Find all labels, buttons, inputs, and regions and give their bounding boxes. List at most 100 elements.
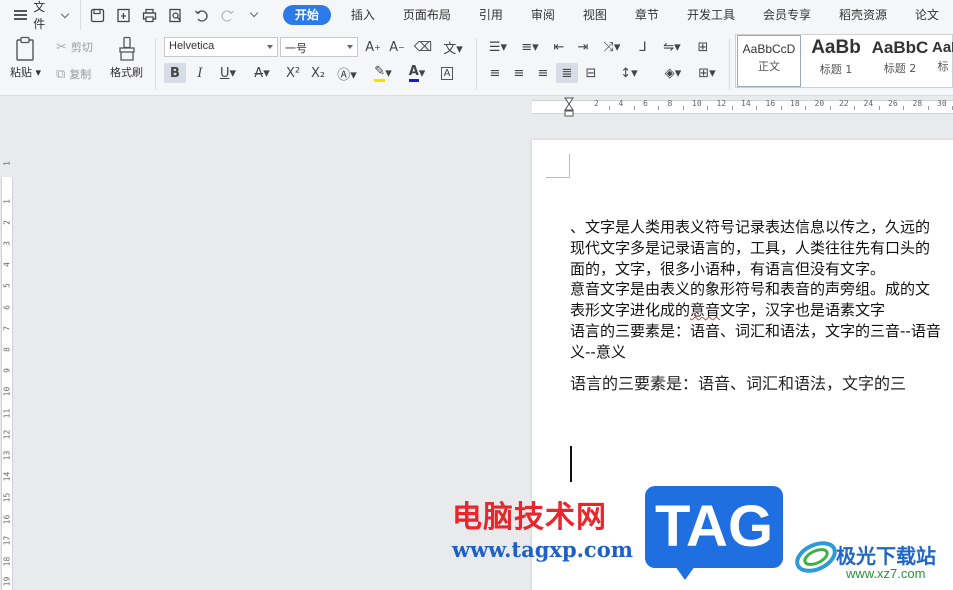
superscript-icon[interactable]: X² [282, 63, 304, 83]
decrease-indent-icon[interactable]: ⇤ [548, 37, 570, 57]
ruler-minor-tick [756, 106, 758, 110]
strikethrough-icon[interactable]: A ▾ [247, 63, 277, 83]
watermark-site-url: www.tagxp.com [452, 537, 633, 562]
ruler-tick-label: 1 [2, 161, 12, 166]
ruler-minor-tick [780, 106, 782, 110]
font-color-icon[interactable]: A ▾ [402, 63, 432, 83]
tab-home[interactable]: 开始 [282, 5, 331, 25]
ruler-tick-label: 10 [2, 386, 12, 397]
highlight-icon[interactable]: ✎ ▾ [368, 63, 398, 83]
ruler-tick-label: 17 [2, 535, 12, 546]
style-name: 标 [937, 60, 949, 73]
document-line[interactable]: 、文字是人类用表义符号记录表达信息以传之，久远的 [570, 216, 930, 237]
document-line-serif[interactable]: 语言的三要素是：语音、词汇和语法，文字的三 [570, 370, 906, 394]
tab-review[interactable]: 审阅 [517, 0, 569, 30]
document-line[interactable]: 义--意义 [570, 341, 626, 362]
chinese-layout-icon[interactable]: ⤨▾ [598, 37, 626, 57]
paste-icon [15, 36, 34, 61]
ruler-minor-tick [658, 106, 660, 110]
tab-thesis[interactable]: 论文 [901, 0, 953, 30]
document-line[interactable]: 面的，文字，很多小语种，有语言但没有文字。 [570, 258, 885, 279]
style-sample: AaBbCcD [742, 42, 796, 56]
redo-icon[interactable] [217, 4, 239, 26]
tab-references[interactable]: 引用 [465, 0, 517, 30]
align-left-icon[interactable]: ≡ [484, 63, 506, 83]
document-line[interactable]: 表形文字进化成的意音文字，汉字也是语素文字 [570, 299, 885, 320]
tab-member[interactable]: 会员专享 [749, 0, 825, 30]
ruler-tick-label: 4 [2, 262, 12, 267]
ruler-tick-label: 22 [839, 99, 849, 108]
font-size-value: 一号 [285, 43, 307, 55]
ruler-minor-tick [682, 106, 684, 110]
ruler-tick-label: 30 [937, 99, 947, 108]
style-heading-3[interactable]: AaB 标 [932, 35, 953, 87]
borders-icon[interactable]: ⊞▾ [692, 63, 722, 83]
underline-icon[interactable]: U ▾ [213, 63, 243, 83]
customize-toolbar-icon[interactable] [243, 4, 265, 26]
document-line[interactable]: 意音文字是由表义的象形符号和表音的声旁组。成的文 [570, 278, 930, 299]
spellcheck-flagged-word[interactable]: 意音 [690, 301, 720, 319]
aurora-logo-icon [795, 541, 837, 573]
increase-indent-icon[interactable]: ⇥ [572, 37, 594, 57]
tab-docer-resources[interactable]: 稻壳资源 [825, 0, 901, 30]
sort-icon[interactable]: ⇋▾ [658, 37, 686, 57]
distributed-align-icon[interactable]: ⊟ [580, 63, 602, 83]
align-right-icon[interactable]: ≡ [532, 63, 554, 83]
subscript-icon[interactable]: X₂ [307, 63, 329, 83]
ruler-tick-label: 20 [814, 99, 825, 108]
indent-marker-icon[interactable] [564, 97, 574, 117]
show-marks-icon[interactable]: ⊞ [692, 37, 714, 57]
ruler-tick-label: 18 [790, 99, 800, 108]
export-pdf-icon[interactable] [113, 4, 135, 26]
style-heading-2[interactable]: AaBbC 标题 2 [868, 35, 932, 87]
ruler-tick-label: 8 [667, 99, 673, 108]
file-menu[interactable]: 文件 [0, 0, 80, 31]
bullet-list-icon[interactable]: ☰▾ [484, 37, 512, 57]
hamburger-icon [14, 10, 28, 20]
document-line[interactable]: 现代文字多是记录语言的，工具，人类往往先有口头的 [570, 237, 930, 258]
ruler-minor-tick [927, 106, 929, 110]
italic-icon[interactable]: I [189, 63, 211, 83]
decrease-font-size-icon[interactable]: A − [386, 37, 408, 57]
font-family-select[interactable]: Helvetica [164, 37, 278, 57]
watermark-logo-name: 极光下载站 [836, 544, 936, 568]
brush-icon [118, 36, 135, 61]
line-spacing-icon[interactable]: ↕▾ [614, 63, 644, 83]
style-sample: AaBb [811, 37, 861, 58]
cut-button[interactable]: ✂ 剪切 [56, 39, 93, 55]
format-painter-button[interactable]: 格式刷 [110, 36, 143, 80]
ruler-minor-tick [609, 106, 611, 110]
align-center-icon[interactable]: ≡ [508, 63, 530, 83]
tab-insert[interactable]: 插入 [337, 0, 389, 30]
style-heading-1[interactable]: AaBb 标题 1 [804, 35, 868, 87]
paste-button[interactable]: 粘贴 ▾ [10, 36, 41, 80]
increase-font-size-icon[interactable]: A + [362, 37, 384, 57]
justify-icon[interactable]: ≣ [556, 63, 578, 83]
save-icon[interactable] [87, 4, 109, 26]
shading-icon[interactable]: ◈▾ [658, 63, 688, 83]
print-icon[interactable] [139, 4, 161, 26]
scissors-icon: ✂ [56, 39, 67, 55]
numbered-list-icon[interactable]: ≡▾ [516, 37, 544, 57]
watermark-tag-logo: TAG [645, 486, 783, 580]
tab-section[interactable]: 章节 [621, 0, 673, 30]
text-direction-icon[interactable]: ⅃ [632, 37, 654, 57]
bold-icon[interactable]: B [164, 63, 186, 83]
print-preview-icon[interactable] [165, 4, 187, 26]
copy-button[interactable]: ⧉ 复制 [56, 66, 91, 82]
clear-format-icon[interactable]: ⌫ [412, 37, 434, 57]
undo-icon[interactable] [191, 4, 213, 26]
ruler-tick-label: 1 [2, 199, 12, 204]
tab-developer[interactable]: 开发工具 [673, 0, 749, 30]
tab-page-layout[interactable]: 页面布局 [389, 0, 465, 30]
font-size-select[interactable]: 一号 [280, 37, 358, 57]
character-border-icon[interactable]: A [436, 63, 458, 83]
style-normal[interactable]: AaBbCcD 正文 [737, 35, 801, 87]
divider [476, 38, 477, 90]
ruler-tick-label: 14 [741, 99, 751, 108]
phonetic-guide-icon[interactable]: 文▾ [438, 37, 468, 57]
ruler-minor-tick [731, 106, 733, 110]
text-effect-icon[interactable]: Ⓐ▾ [332, 63, 362, 83]
document-line[interactable]: 语言的三要素是：语音、词汇和语法，文字的三音--语音 [570, 320, 941, 341]
tab-view[interactable]: 视图 [569, 0, 621, 30]
